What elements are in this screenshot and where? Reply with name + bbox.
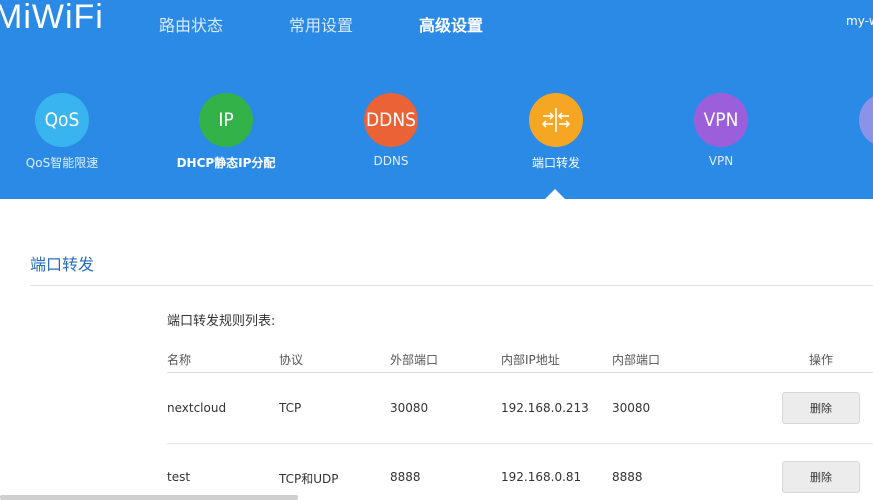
tool-vpn-label: VPN bbox=[708, 154, 734, 168]
delete-button[interactable]: 删除 bbox=[782, 392, 860, 424]
tool-qos-label: QoS智能限速 bbox=[25, 156, 99, 170]
user-menu[interactable]: my-wifi bbox=[846, 14, 873, 28]
col-header-internal-port: 内部端口 bbox=[612, 353, 661, 367]
cell-internal-port: 8888 bbox=[612, 470, 643, 484]
ip-icon: IP bbox=[199, 93, 253, 147]
cell-internal-ip: 192.168.0.213 bbox=[501, 401, 589, 415]
tool-ddns-label: DDNS bbox=[373, 154, 409, 168]
cell-protocol: TCP bbox=[279, 401, 302, 415]
col-header-name: 名称 bbox=[167, 353, 192, 367]
tool-dhcp-label: DHCP静态IP分配 bbox=[176, 156, 276, 170]
delete-button[interactable]: 删除 bbox=[782, 461, 860, 493]
nav-common-settings[interactable]: 常用设置 bbox=[289, 12, 353, 36]
col-header-internal-ip: 内部IP地址 bbox=[501, 353, 560, 367]
vpn-icon: VPN bbox=[694, 93, 748, 147]
section-title: 端口转发 bbox=[30, 255, 95, 274]
miwifi-logo: MiWiFi bbox=[0, 0, 104, 36]
cell-external-port: 30080 bbox=[390, 401, 429, 415]
horizontal-scrollbar[interactable] bbox=[0, 495, 298, 500]
more-tool-icon bbox=[859, 93, 873, 147]
tool-qos[interactable]: QoS QoS智能限速 bbox=[0, 93, 132, 171]
active-tab-pointer bbox=[545, 189, 565, 199]
cell-protocol: TCP和UDP bbox=[279, 472, 339, 486]
nav-router-status[interactable]: 路由状态 bbox=[159, 12, 223, 36]
rules-list-title: 端口转发规则列表: bbox=[167, 314, 276, 329]
tool-dhcp-static-ip[interactable]: IP DHCP静态IP分配 bbox=[156, 93, 296, 171]
cell-name: nextcloud bbox=[167, 401, 227, 415]
col-header-external-port: 外部端口 bbox=[390, 353, 439, 367]
tool-vpn[interactable]: VPN VPN bbox=[651, 93, 791, 168]
col-header-protocol: 协议 bbox=[279, 353, 304, 367]
col-header-action: 操作 bbox=[809, 353, 834, 367]
tool-port-forwarding[interactable]: 端口转发 bbox=[486, 93, 626, 171]
qos-icon: QoS bbox=[35, 93, 89, 147]
port-forward-icon bbox=[529, 93, 583, 147]
ddns-icon: DDNS bbox=[364, 93, 418, 147]
cell-external-port: 8888 bbox=[390, 470, 421, 484]
nav-advanced-settings[interactable]: 高级设置 bbox=[419, 12, 483, 36]
row-divider bbox=[167, 443, 873, 444]
cell-name: test bbox=[167, 470, 191, 484]
cell-internal-ip: 192.168.0.81 bbox=[501, 470, 582, 484]
tool-ddns[interactable]: DDNS DDNS bbox=[321, 93, 461, 168]
cell-internal-port: 30080 bbox=[612, 401, 651, 415]
tool-port-forward-label: 端口转发 bbox=[531, 156, 580, 170]
top-header: MiWiFi 路由状态 常用设置 高级设置 my-wifi QoS QoS智能限… bbox=[0, 0, 873, 199]
tool-more[interactable] bbox=[816, 93, 873, 147]
table-header-divider bbox=[167, 372, 873, 373]
section-divider bbox=[30, 285, 873, 286]
